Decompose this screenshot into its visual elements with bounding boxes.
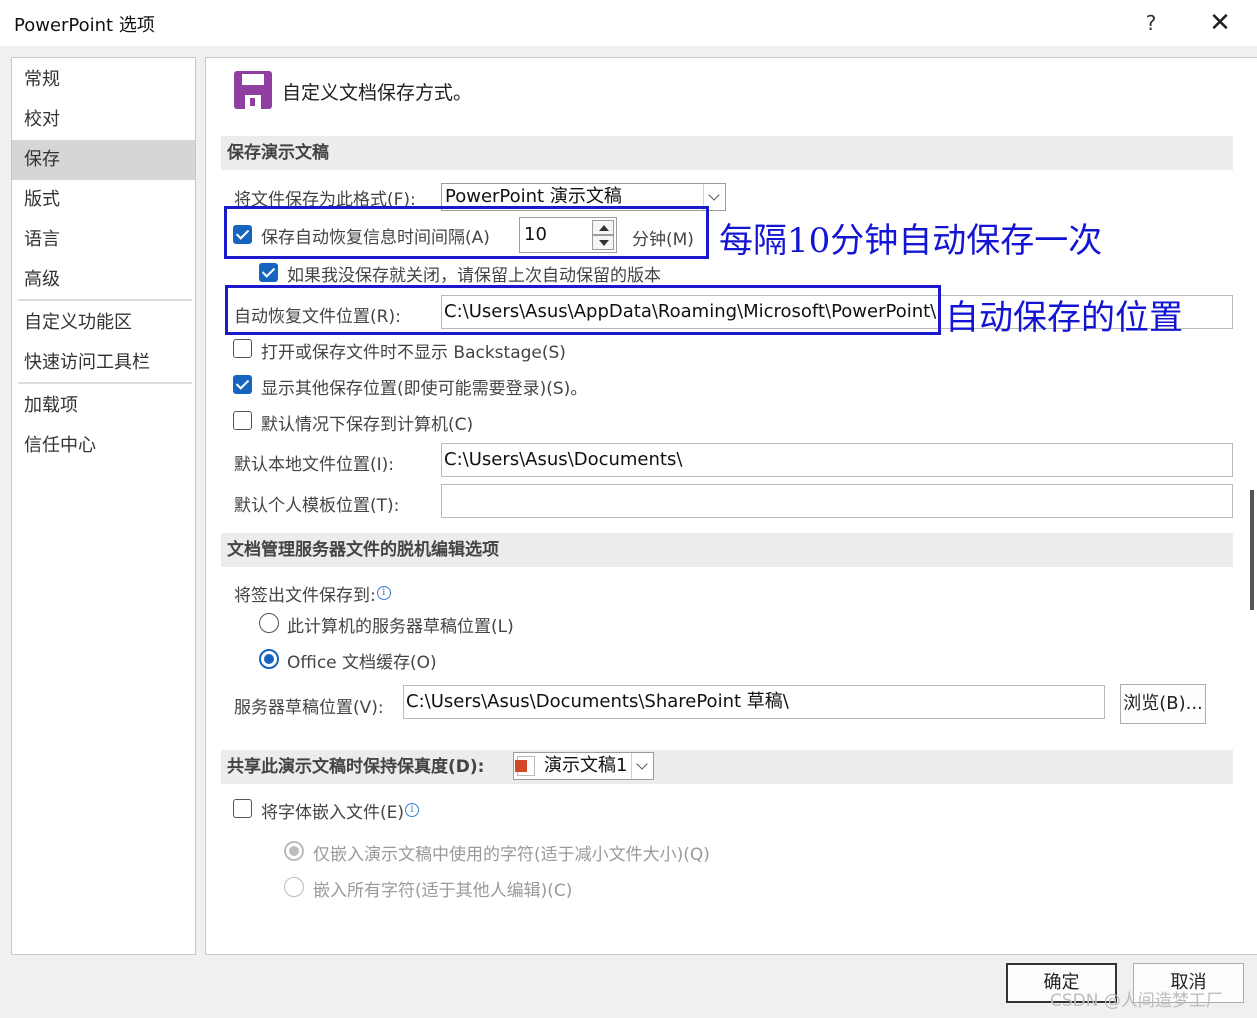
radio-server-drafts[interactable] — [259, 613, 279, 633]
radio-server-drafts-label: 此计算机的服务器草稿位置(L) — [287, 617, 514, 637]
save-disk-icon — [234, 71, 272, 109]
default-template-label: 默认个人模板位置(T): — [234, 496, 400, 516]
info-icon: i — [376, 586, 391, 600]
section-fidelity-label: 共享此演示文稿时保持保真度(D): — [227, 757, 485, 777]
server-drafts-input[interactable]: C:\Users\Asus\Documents\SharePoint 草稿\ — [403, 685, 1105, 719]
radio-office-cache-label: Office 文档缓存(O) — [287, 653, 437, 673]
keep-last-version-checkbox[interactable] — [259, 263, 278, 282]
watermark: CSDN @人间造梦工厂 — [1050, 991, 1223, 1011]
nav-item-layout[interactable]: 版式 — [12, 180, 195, 220]
options-nav: 常规 校对 保存 版式 语言 高级 自定义功能区 快速访问工具栏 加载项 信任中… — [11, 57, 196, 955]
powerpoint-file-icon — [515, 756, 535, 776]
default-template-input[interactable] — [441, 484, 1233, 518]
section-fidelity: 共享此演示文稿时保持保真度(D): — [221, 750, 1233, 784]
nav-item-language[interactable]: 语言 — [12, 220, 195, 260]
embed-fonts-checkbox[interactable] — [233, 799, 252, 818]
embed-fonts-label-wrap: 将字体嵌入文件(E) i — [261, 798, 420, 823]
page-heading: 自定义文档保存方式。 — [282, 82, 473, 104]
save-to-computer-label: 默认情况下保存到计算机(C) — [261, 415, 474, 435]
nav-item-save[interactable]: 保存 — [12, 140, 195, 180]
nav-item-addins[interactable]: 加载项 — [12, 386, 195, 426]
nav-divider — [18, 382, 192, 384]
chevron-down-icon — [631, 753, 653, 779]
show-other-locations-label: 显示其他保存位置(即使可能需要登录)(S)。 — [261, 379, 588, 399]
no-backstage-label: 打开或保存文件时不显示 Backstage(S) — [261, 343, 566, 363]
title-bar: PowerPoint 选项 ? ✕ — [0, 0, 1257, 46]
server-drafts-label: 服务器草稿位置(V): — [234, 698, 384, 718]
annotation-location-note: 自动保存的位置 — [945, 298, 1183, 338]
no-backstage-checkbox[interactable] — [233, 339, 252, 358]
window-title: PowerPoint 选项 — [14, 15, 155, 36]
default-local-input[interactable]: C:\Users\Asus\Documents\ — [441, 443, 1233, 477]
radio-embed-used-chars[interactable] — [284, 841, 304, 861]
radio-embed-all-chars[interactable] — [284, 877, 304, 897]
nav-item-general[interactable]: 常规 — [12, 60, 195, 100]
close-button[interactable]: ✕ — [1200, 6, 1240, 40]
save-format-value: PowerPoint 演示文稿 — [445, 186, 622, 207]
nav-item-advanced[interactable]: 高级 — [12, 260, 195, 300]
annotation-box-interval — [224, 206, 709, 259]
embed-fonts-label: 将字体嵌入文件(E) — [261, 803, 405, 823]
nav-item-proofing[interactable]: 校对 — [12, 100, 195, 140]
section-save-presentations: 保存演示文稿 — [221, 136, 1233, 170]
show-other-locations-checkbox[interactable] — [233, 375, 252, 394]
default-local-label: 默认本地文件位置(I): — [234, 455, 395, 475]
window-edge-scrollbar — [1250, 490, 1254, 610]
radio-embed-used-chars-label: 仅嵌入演示文稿中使用的字符(适于减小文件大小)(Q) — [313, 845, 710, 865]
help-button[interactable]: ? — [1138, 8, 1164, 38]
nav-item-trust-center[interactable]: 信任中心 — [12, 426, 195, 466]
checkout-label-text: 将签出文件保存到: — [234, 586, 376, 606]
info-icon: i — [405, 803, 420, 817]
radio-embed-all-chars-label: 嵌入所有字符(适于其他人编辑)(C) — [313, 881, 573, 901]
save-options-panel: 自定义文档保存方式。 保存演示文稿 将文件保存为此格式(F): PowerPoi… — [205, 57, 1257, 955]
section-offline-editing: 文档管理服务器文件的脱机编辑选项 — [221, 533, 1233, 567]
annotation-interval-note: 每隔10分钟自动保存一次 — [719, 221, 1103, 261]
fidelity-document-value: 演示文稿1 — [544, 755, 628, 776]
save-to-computer-checkbox[interactable] — [233, 411, 252, 430]
checkout-label: 将签出文件保存到: i — [234, 581, 391, 606]
nav-item-customize-ribbon[interactable]: 自定义功能区 — [12, 303, 195, 343]
annotation-box-location — [225, 285, 941, 335]
nav-divider — [18, 299, 192, 301]
browse-button[interactable]: 浏览(B)... — [1120, 684, 1206, 724]
nav-item-quick-access-toolbar[interactable]: 快速访问工具栏 — [12, 343, 195, 383]
fidelity-document-dropdown[interactable]: 演示文稿1 — [513, 752, 654, 780]
keep-last-version-label: 如果我没保存就关闭，请保留上次自动保留的版本 — [287, 266, 661, 286]
radio-office-cache[interactable] — [259, 649, 279, 669]
